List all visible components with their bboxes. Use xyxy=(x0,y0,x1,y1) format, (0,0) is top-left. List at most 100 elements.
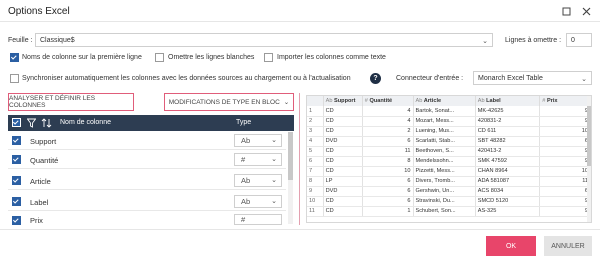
preview-column-header[interactable]: Ab Label xyxy=(475,96,541,106)
row-number: 11 xyxy=(307,206,324,217)
sort-icon[interactable] xyxy=(41,118,52,128)
preview-row[interactable]: 2CD4Mozart, Mess...420831-29 xyxy=(307,116,591,127)
ok-button[interactable]: OK xyxy=(486,236,536,256)
column-name-header: Nom de colonne xyxy=(60,119,111,126)
type-value: Ab xyxy=(241,176,251,185)
preview-cell: 420413-2 xyxy=(475,146,541,157)
maximize-button[interactable] xyxy=(560,5,572,17)
type-select[interactable]: Ab ⌄ xyxy=(234,174,282,187)
preview-row[interactable]: 10CD6Stravinski, Du...SMCD 51209 xyxy=(307,196,591,207)
preview-cell: 8 xyxy=(362,156,414,167)
preview-header-label: Quantité xyxy=(369,98,393,104)
preview-cell: CD xyxy=(323,106,363,117)
chevron-down-icon: ⌄ xyxy=(482,38,488,45)
type-select[interactable]: # ⌄ xyxy=(234,153,282,166)
select-all-checkbox[interactable] xyxy=(12,118,21,127)
close-button[interactable] xyxy=(580,5,592,17)
column-row[interactable]: Article Ab ⌄ xyxy=(8,172,286,190)
sync-columns-checkbox[interactable] xyxy=(10,74,19,83)
scrollbar-thumb[interactable] xyxy=(288,132,293,180)
type-value: Ab xyxy=(241,197,251,206)
preview-cell: Divers, Tromb... xyxy=(413,176,476,187)
preview-column-header[interactable]: # Prix xyxy=(539,96,591,106)
window-title: Options Excel xyxy=(8,6,70,17)
first-row-names-checkbox[interactable] xyxy=(10,53,19,62)
preview-column-header[interactable]: Ab Support xyxy=(323,96,363,106)
preview-row[interactable]: 8 LP 6 Divers, Tromb... ADA 581087 11 xyxy=(307,176,591,187)
preview-column-header[interactable]: Ab Article xyxy=(413,96,476,106)
preview-header-label: Label xyxy=(486,98,501,104)
cancel-label: ANNULER xyxy=(551,242,585,250)
type-icon: # xyxy=(542,98,546,104)
chevron-down-icon: ⌄ xyxy=(283,99,290,106)
sheet-select[interactable]: Classique$ ⌄ xyxy=(35,33,493,47)
preview-cell: 9 xyxy=(539,106,591,117)
type-select[interactable]: Ab ⌄ xyxy=(234,195,282,208)
preview-row[interactable]: 5CD11Beethoven, S...420413-29 xyxy=(307,146,591,157)
connector-select[interactable]: Monarch Excel Table ⌄ xyxy=(473,71,592,85)
cancel-button[interactable]: ANNULER xyxy=(544,236,592,256)
preview-header-row: Ab Support # Quantité Ab Article Ab Labe… xyxy=(307,96,591,106)
preview-cell: 6 xyxy=(539,186,591,197)
preview-cell: Beethoven, S... xyxy=(413,146,476,157)
type-icon: # xyxy=(364,98,368,104)
column-name: Support xyxy=(30,137,57,146)
preview-row[interactable]: 6CD8Mendelssohn...SMK 475929 xyxy=(307,156,591,167)
row-number: 10 xyxy=(307,196,324,207)
column-row[interactable]: Prix # xyxy=(8,213,286,225)
preview-cell: 11 xyxy=(362,146,414,157)
preview-cell: 6 xyxy=(362,186,414,197)
column-checkbox[interactable] xyxy=(12,136,21,145)
panel-divider[interactable] xyxy=(299,93,300,225)
preview-cell: 6 xyxy=(362,196,414,207)
preview-row[interactable]: 3 CD 2 Luening, Mus... CD 611 10 xyxy=(307,126,591,137)
chevron-down-icon: ⌄ xyxy=(271,177,277,184)
column-row[interactable]: Label Ab ⌄ xyxy=(8,193,286,211)
columns-scrollbar[interactable] xyxy=(288,132,293,224)
column-checkbox[interactable] xyxy=(12,176,21,185)
preview-grid[interactable]: Ab Support # Quantité Ab Article Ab Labe… xyxy=(306,95,592,223)
filter-icon[interactable] xyxy=(27,118,36,128)
bulk-type-change-button[interactable]: MODIFICATIONS DE TYPE EN BLOC ⌄ xyxy=(164,93,294,111)
skip-blank-lines-checkbox[interactable] xyxy=(155,53,164,62)
preview-cell: 10 xyxy=(539,166,591,177)
preview-cell: CD xyxy=(323,126,363,137)
preview-row[interactable]: 4DVD6Scarlatti, Stab...SBT 482826 xyxy=(307,136,591,147)
preview-row[interactable]: 1CD4Bartok, Sonat...MK-426259 xyxy=(307,106,591,117)
import-as-text-checkbox[interactable] xyxy=(264,53,273,62)
column-checkbox[interactable] xyxy=(12,197,21,206)
preview-cell: DVD xyxy=(323,136,363,147)
preview-cell: CD 611 xyxy=(475,126,541,137)
preview-row[interactable]: 9DVD6Gershwin, Un...ACS 80346 xyxy=(307,186,591,197)
sheet-label: Feuille : xyxy=(8,37,33,44)
chevron-down-icon: ⌄ xyxy=(271,198,277,205)
preview-cell: CD xyxy=(323,116,363,127)
preview-row[interactable]: 11CD1Schubert, Son...AS-3259 xyxy=(307,206,591,217)
preview-cell: Luening, Mus... xyxy=(413,126,476,137)
column-row[interactable]: Quantité # ⌄ xyxy=(8,151,286,169)
type-select[interactable]: Ab ⌄ xyxy=(234,134,282,147)
preview-cell: Mozart, Mess... xyxy=(413,116,476,127)
column-checkbox[interactable] xyxy=(12,216,21,225)
preview-cell: 9 xyxy=(539,206,591,217)
preview-column-header[interactable]: # Quantité xyxy=(362,96,414,106)
skip-rows-input[interactable]: 0 xyxy=(566,33,592,47)
preview-cell: 9 xyxy=(539,156,591,167)
help-icon[interactable]: ? xyxy=(370,73,381,84)
column-name: Article xyxy=(30,177,51,186)
preview-cell: 2 xyxy=(362,126,414,137)
preview-row[interactable]: 7 CD 10 Pizzetti, Mess... CHAN 8964 10 xyxy=(307,166,591,177)
scrollbar-thumb[interactable] xyxy=(587,106,591,166)
type-select[interactable]: # xyxy=(234,214,282,225)
column-row[interactable]: Support Ab ⌄ xyxy=(8,132,286,150)
row-number-header xyxy=(307,96,324,106)
preview-cell: CD xyxy=(323,196,363,207)
preview-cell: Mendelssohn... xyxy=(413,156,476,167)
skip-blank-lines-label: Omettre les lignes blanches xyxy=(168,54,255,61)
preview-cell: CD xyxy=(323,206,363,217)
skip-rows-value: 0 xyxy=(571,36,575,44)
analyze-columns-button[interactable]: ANALYSER ET DÉFINIR LES COLONNES xyxy=(8,93,134,111)
grid-scrollbar[interactable] xyxy=(587,96,591,222)
preview-cell: CD xyxy=(323,146,363,157)
column-checkbox[interactable] xyxy=(12,155,21,164)
